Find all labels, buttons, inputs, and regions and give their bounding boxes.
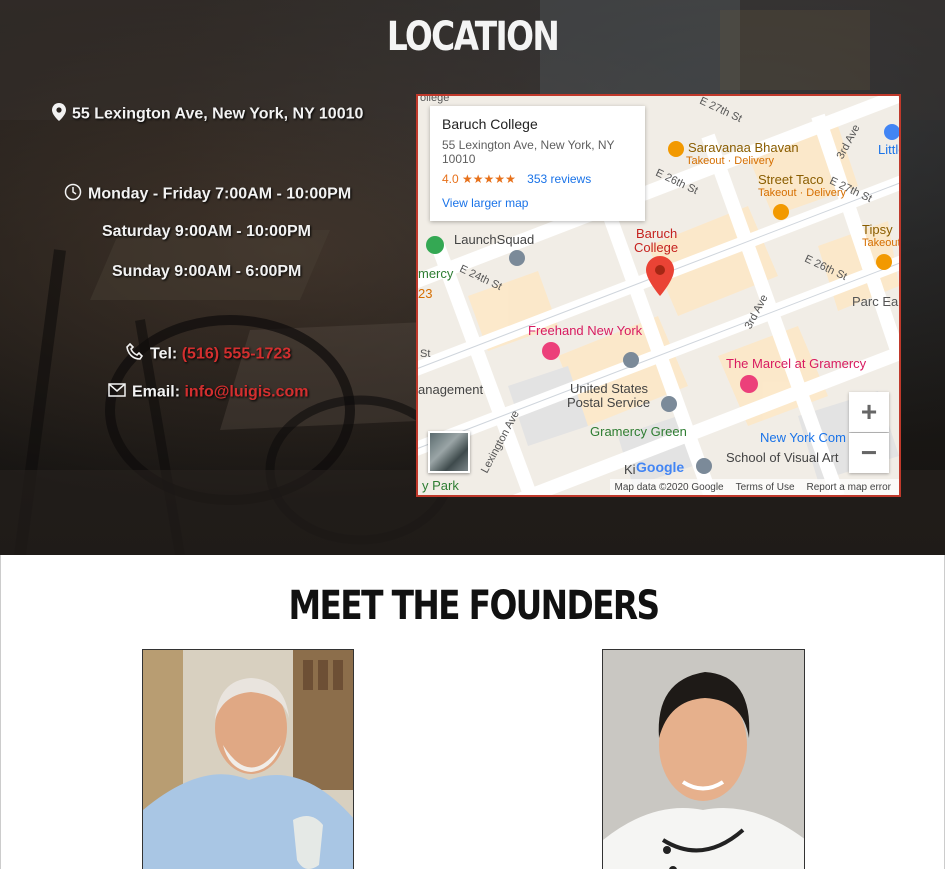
map-label-usps-1: United States	[570, 381, 649, 396]
restaurant-pin-icon	[668, 140, 684, 157]
map-label-management: anagement	[418, 382, 484, 397]
map-pin-icon	[52, 103, 66, 126]
founders-title: MEET THE FOUNDERS	[288, 583, 661, 629]
reviews-link[interactable]: 353 reviews	[527, 172, 591, 186]
park-pin-icon[interactable]	[426, 236, 444, 254]
founder-photo-older-man	[142, 649, 354, 869]
business-pin-icon[interactable]	[696, 458, 712, 474]
founders-section: MEET THE FOUNDERS	[0, 555, 945, 869]
map-label-parc: Parc Ea	[852, 294, 899, 309]
map-label-street-taco-sub: Takeout · Delivery	[758, 187, 847, 199]
map-label-freehand: Freehand New York	[528, 323, 643, 338]
map-label-nyc-com: New York Com	[760, 430, 846, 445]
envelope-icon	[108, 383, 126, 402]
google-logo: Google	[636, 459, 685, 475]
hours-weekday-text: Monday - Friday 7:00AM - 10:00PM	[88, 185, 352, 203]
hotel-pin-icon[interactable]	[542, 342, 560, 360]
google-map[interactable]: ollege E 27th St E 27th St E 26th St E 2…	[416, 94, 901, 497]
map-label-saravanaa-sub: Takeout · Delivery	[686, 155, 775, 167]
founder-photo-chef	[602, 649, 805, 869]
location-section: LOCATION 55 Lexington Ave, New York, NY …	[0, 0, 945, 555]
address-line: 55 Lexington Ave, New York, NY 10010	[52, 103, 363, 126]
place-info-card: Baruch College 55 Lexington Ave, New Yor…	[430, 106, 645, 221]
location-title: LOCATION	[386, 14, 560, 60]
map-label-baruch-1: Baruch	[636, 226, 678, 241]
telephone-label: Tel:	[150, 345, 178, 363]
satellite-toggle-button[interactable]	[428, 431, 470, 473]
restaurant-pin-icon[interactable]	[773, 204, 789, 220]
map-label-street-taco: Street Taco	[758, 172, 824, 187]
place-rating: 4.0 ★★★★★ 353 reviews	[442, 172, 633, 186]
zoom-out-button[interactable]: −	[849, 433, 889, 473]
place-name: Baruch College	[442, 116, 538, 132]
shopping-pin-icon	[884, 124, 899, 140]
place-address: 55 Lexington Ave, New York, NY 10010	[442, 138, 615, 166]
telephone-link[interactable]: (516) 555-1723	[182, 346, 291, 363]
restaurant-pin-icon[interactable]	[876, 254, 892, 270]
address-text: 55 Lexington Ave, New York, NY 10010	[72, 105, 364, 123]
email-label: Email:	[132, 383, 181, 401]
map-label-23: 23	[418, 286, 433, 301]
map-label-tipsy: Tipsy	[862, 222, 893, 237]
founder-portrait-2	[603, 650, 804, 869]
map-label-gramercy-green: Gramercy Green	[590, 424, 687, 439]
map-attribution: Map data ©2020 Google Terms of Use Repor…	[610, 479, 899, 495]
rating-value: 4.0	[442, 172, 459, 186]
hours-sunday: Sunday 9:00AM - 6:00PM	[112, 263, 302, 280]
phone-icon	[126, 342, 144, 366]
location-marker-icon[interactable]	[646, 256, 674, 301]
map-label-usps-2: Postal Service	[567, 395, 651, 410]
zoom-in-button[interactable]: +	[849, 392, 889, 432]
hours-saturday: Saturday 9:00AM - 10:00PM	[102, 223, 311, 240]
report-map-error-link[interactable]: Report a map error	[807, 482, 891, 493]
map-label-marcel: The Marcel at Gramercy	[726, 356, 867, 371]
business-pin-icon[interactable]	[661, 396, 677, 412]
map-label-st: St	[420, 348, 431, 360]
map-label-tipsy-sub: Takeout	[862, 237, 901, 249]
map-label-mercy: mercy	[418, 266, 454, 281]
clock-icon	[64, 183, 82, 206]
telephone-line: Tel: (516) 555-1723	[126, 342, 291, 366]
map-label-school-va: School of Visual Art	[726, 450, 839, 465]
founder-portrait-1	[143, 650, 353, 869]
star-rating-icon: ★★★★★	[462, 172, 516, 186]
map-label-kip: Ki	[624, 462, 636, 477]
view-larger-map-link[interactable]: View larger map	[442, 196, 633, 210]
hotel-pin-icon[interactable]	[740, 375, 758, 393]
map-label-baruch-2: College	[634, 240, 679, 255]
business-pin-icon[interactable]	[509, 250, 525, 266]
map-label-little: Little	[878, 124, 899, 157]
mail-pin-icon[interactable]	[623, 352, 639, 368]
map-label-park: y Park	[422, 478, 459, 493]
email-line: Email: info@luigis.com	[108, 383, 309, 402]
email-link[interactable]: info@luigis.com	[184, 384, 308, 401]
map-data-credit: Map data ©2020 Google	[614, 481, 724, 493]
hours-weekday: Monday - Friday 7:00AM - 10:00PM	[64, 183, 351, 206]
terms-of-use-link[interactable]: Terms of Use	[736, 482, 795, 493]
map-label-college-top: ollege	[420, 94, 450, 104]
map-label-launchsquad: LaunchSquad	[454, 232, 535, 247]
